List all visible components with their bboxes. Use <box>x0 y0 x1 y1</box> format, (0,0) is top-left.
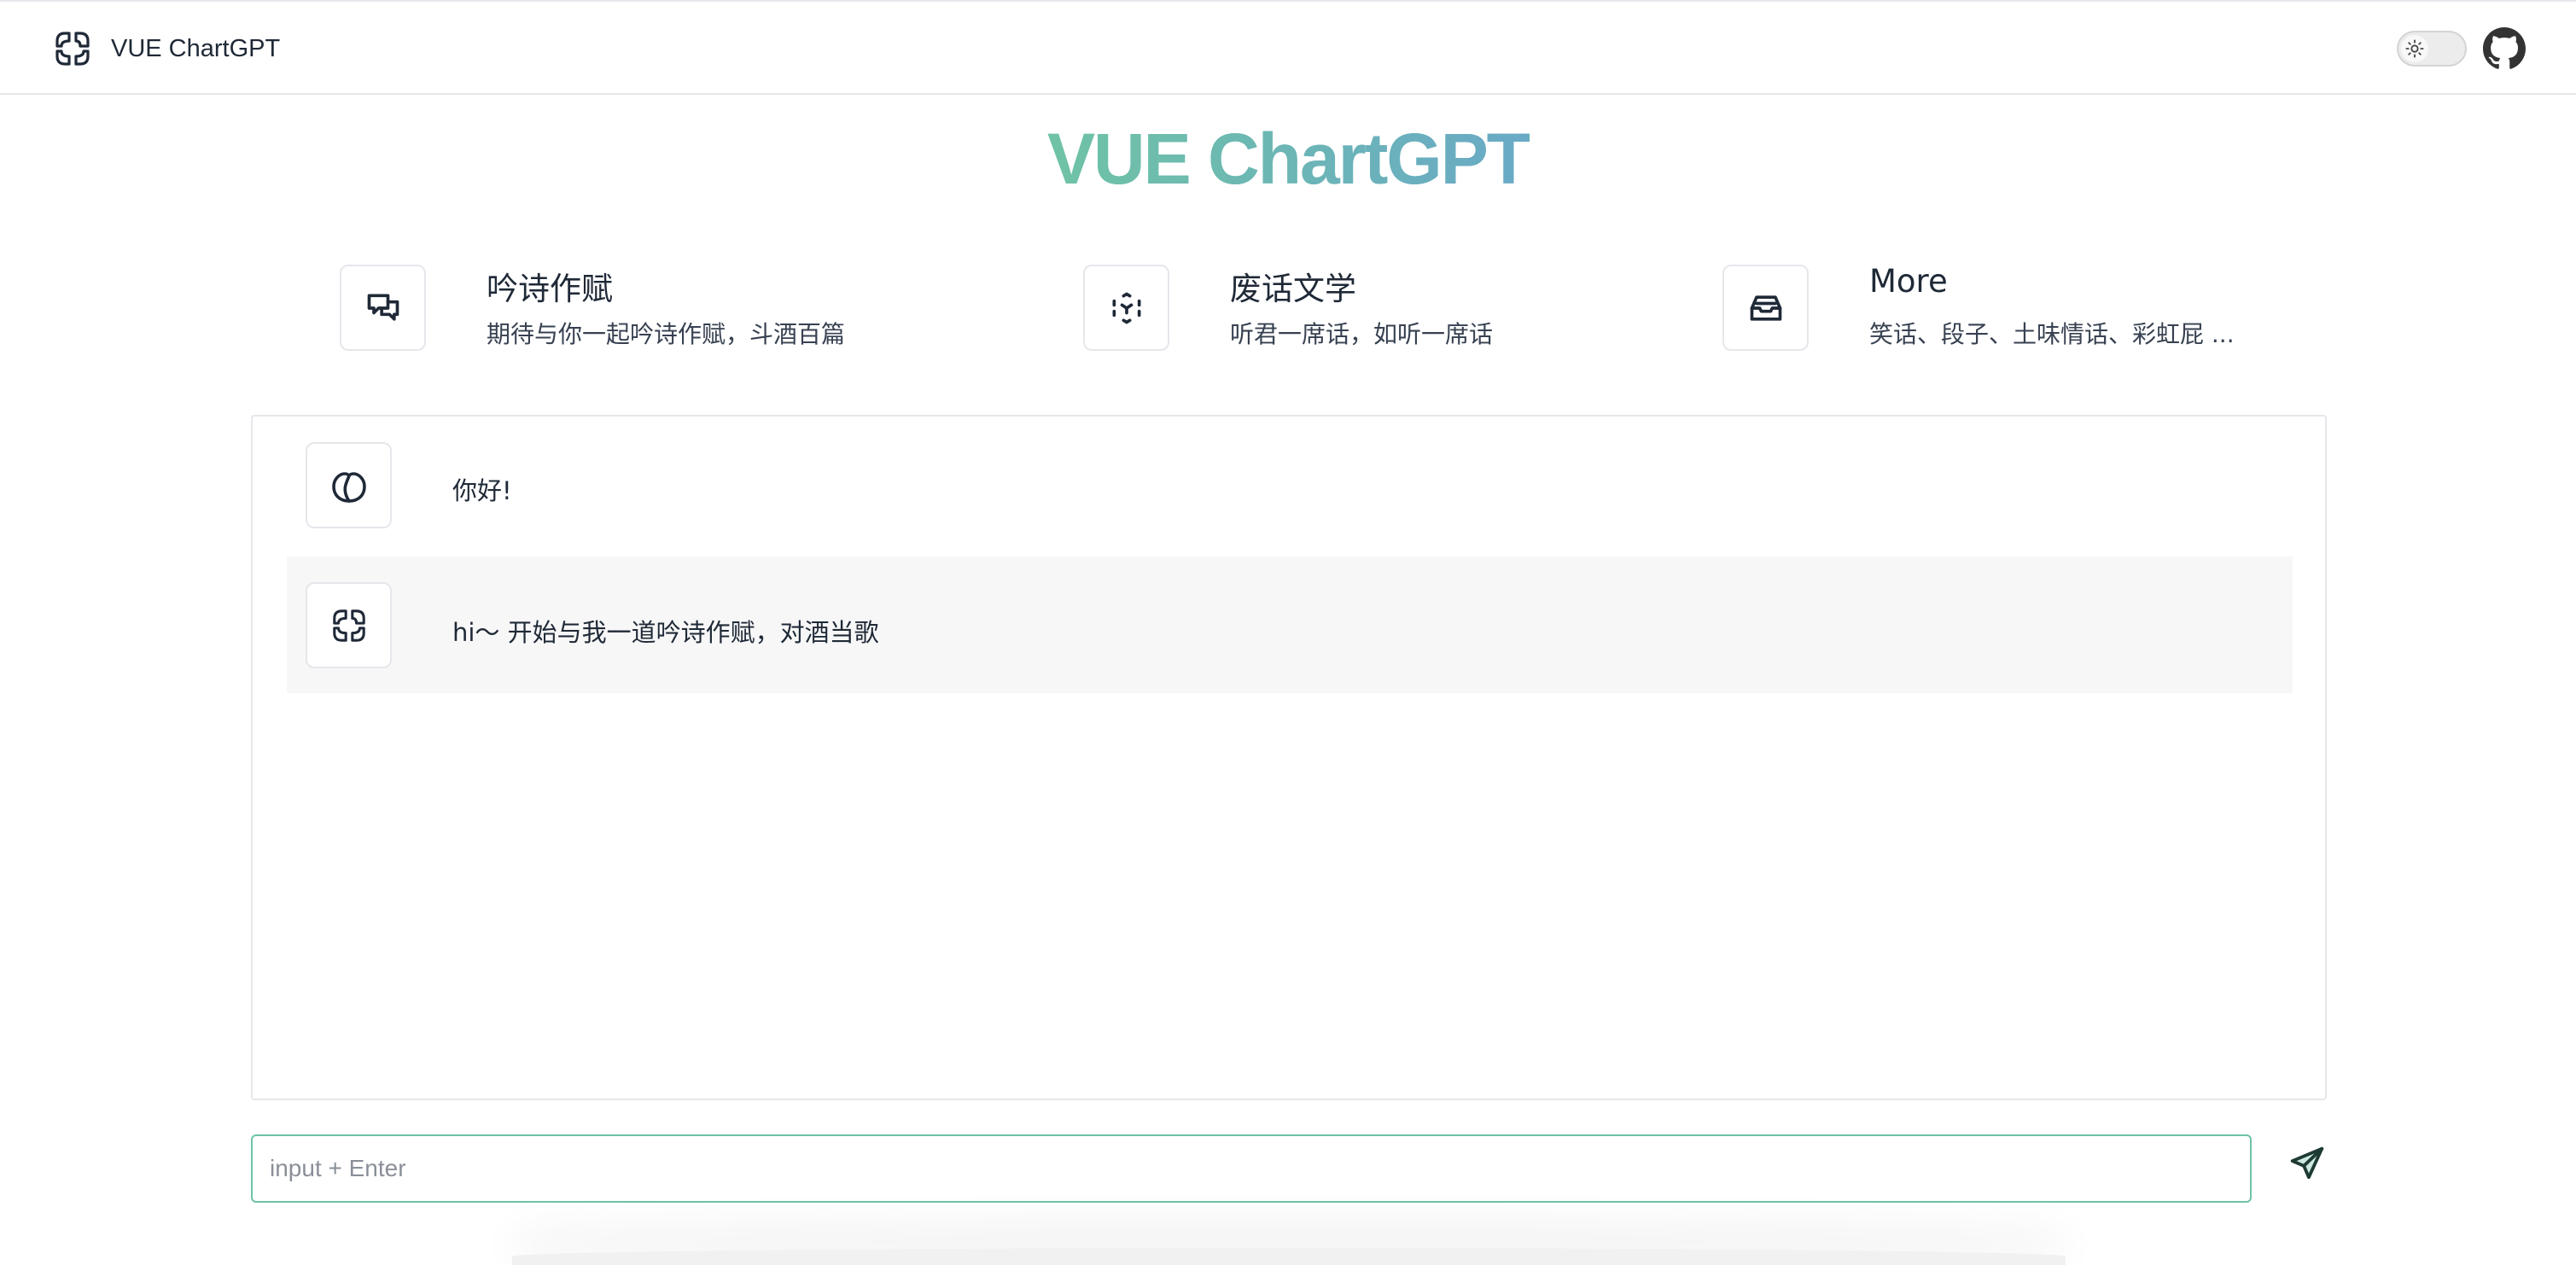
assistant-avatar <box>306 582 392 668</box>
leaf-avatar-icon <box>331 471 366 503</box>
chat-message-assistant: hi～ 开始与我一道吟诗作赋，对酒当歌 <box>287 557 2293 693</box>
feature-icon-box <box>1722 265 1809 351</box>
app-logo-icon <box>332 609 365 642</box>
brand[interactable]: VUE ChartGPT <box>53 27 280 70</box>
feature-description: 笑话、段子、土味情话、彩虹屁 ... <box>1869 320 2235 348</box>
chat-message-user: 你好! <box>287 442 2293 548</box>
sun-icon <box>2405 39 2424 58</box>
feature-title: 废话文学 <box>1230 271 1356 307</box>
message-text: 你好! <box>452 476 512 505</box>
message-text: hi～ 开始与我一道吟诗作赋，对酒当歌 <box>452 618 879 647</box>
chat-input-row <box>251 1134 2252 1203</box>
app-logo-icon <box>55 32 90 66</box>
feature-title: More <box>1869 263 1948 300</box>
feature-description: 期待与你一起吟诗作赋，斗酒百篇 <box>487 320 846 348</box>
feature-icon-box <box>340 265 426 351</box>
hero-title: VUE ChartGPT <box>0 118 2576 201</box>
app-title: VUE ChartGPT <box>111 34 281 62</box>
feature-title: 吟诗作赋 <box>487 271 613 307</box>
send-icon <box>2290 1146 2324 1180</box>
send-button[interactable] <box>2286 1142 2328 1185</box>
chat-history[interactable]: 你好! hi～ 开始与我一道吟诗作赋，对酒当歌 <box>251 415 2327 1100</box>
theme-toggle-knob <box>2401 35 2428 62</box>
feature-description: 听君一席话，如听一席话 <box>1230 320 1494 348</box>
hero-title-text: VUE ChartGPT <box>1046 119 1530 199</box>
feature-icon-box <box>1083 265 1169 351</box>
chat-bubbles-icon <box>367 294 399 321</box>
scan-face-icon <box>1112 292 1140 324</box>
top-header: VUE ChartGPT <box>0 0 2576 95</box>
chat-input[interactable] <box>251 1134 2252 1203</box>
user-avatar <box>306 442 392 528</box>
bottom-shadow <box>512 1248 2066 1265</box>
github-icon[interactable] <box>2483 27 2526 70</box>
theme-toggle[interactable] <box>2397 31 2467 67</box>
inbox-icon <box>1750 294 1781 321</box>
